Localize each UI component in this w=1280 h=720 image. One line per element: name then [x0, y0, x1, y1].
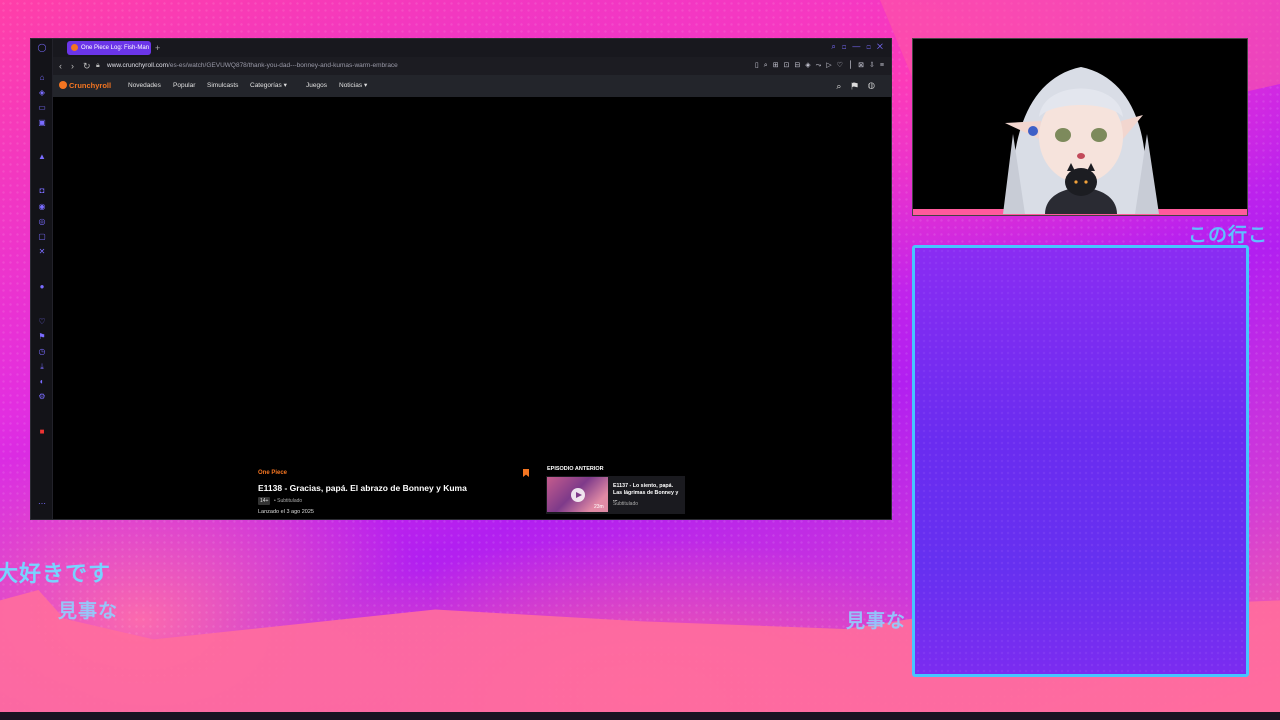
- previous-audio-label: Subtitulado: [613, 501, 639, 507]
- heart-icon[interactable]: ♡: [37, 317, 47, 327]
- reload-icon[interactable]: ↻: [83, 60, 91, 72]
- tab-bar: One Piece Log: Fish-Man + ⌕◻—◻✕: [53, 39, 891, 57]
- lock-icon: 🔒︎: [96, 62, 100, 69]
- url-path: /es-es/watch/GEVUWQ878/thank-you-dad---b…: [168, 62, 398, 69]
- avatar[interactable]: ◍: [868, 81, 885, 91]
- chevron-down-icon: ▾: [283, 82, 287, 89]
- crunchyroll-logo-text: Crunchyroll: [69, 81, 112, 90]
- search-icon[interactable]: ⌕: [836, 81, 851, 91]
- back-icon[interactable]: ‹: [59, 60, 62, 72]
- stream-background: 大好きです 見事な 見事な この行こ ◯ ⌂ ◈ ▭ ▣ ▲ ◘ ◉ ◎ ▢ ✕…: [0, 0, 1280, 720]
- extension-icon[interactable]: ●: [37, 282, 47, 292]
- home-icon[interactable]: ⌂: [37, 73, 47, 83]
- crunchyroll-favicon-icon: [71, 44, 78, 51]
- chevron-down-icon: ▾: [363, 82, 368, 89]
- previous-episode-card[interactable]: 23m E1137 - Lo siento, papá. Las lágrima…: [546, 476, 685, 514]
- duration-badge: 23m: [594, 504, 604, 510]
- tab-title: One Piece Log: Fish-Man: [81, 45, 150, 51]
- settings-icon[interactable]: ⚙: [37, 392, 47, 402]
- browser-sidebar: ◯ ⌂ ◈ ▭ ▣ ▲ ◘ ◉ ◎ ▢ ✕ ● ♡ ⚑ ◷ ⤓ ◐ ⚙ ■ ⋯: [31, 39, 53, 519]
- chat-panel: [912, 245, 1249, 677]
- opera-logo-icon[interactable]: ◯: [37, 43, 47, 53]
- workspace-icon[interactable]: ▣: [37, 118, 47, 128]
- history-icon[interactable]: ◷: [37, 347, 47, 357]
- rating-badge: 14+: [258, 497, 271, 505]
- nav-categorias[interactable]: Categorías ▾: [250, 80, 287, 92]
- bookmark-icon[interactable]: ⚑: [851, 81, 868, 91]
- x-icon[interactable]: ✕: [37, 247, 47, 257]
- browser-window: ◯ ⌂ ◈ ▭ ▣ ▲ ◘ ◉ ◎ ▢ ✕ ● ♡ ⚑ ◷ ⤓ ◐ ⚙ ■ ⋯ …: [30, 38, 892, 520]
- overlay-jp-text: 見事な: [846, 610, 907, 632]
- episode-title: E1138 - Gracias, papá. El abrazo de Bonn…: [258, 483, 467, 493]
- nav-simulcasts[interactable]: Simulcasts: [207, 80, 238, 92]
- bookmark-icon[interactable]: ⚑: [37, 332, 47, 342]
- youtube-icon[interactable]: ■: [37, 427, 47, 437]
- forward-icon[interactable]: ›: [71, 60, 74, 72]
- download-icon[interactable]: ⤓: [37, 362, 47, 372]
- nav-popular[interactable]: Popular: [173, 80, 195, 92]
- nav-novedades[interactable]: Novedades: [128, 80, 161, 92]
- episode-thumbnail[interactable]: 23m: [547, 477, 608, 512]
- messenger-icon[interactable]: ◉: [37, 202, 47, 212]
- audio-label: • Subtitulado: [274, 498, 303, 504]
- series-link[interactable]: One Piece: [258, 470, 287, 476]
- avatar-camera-panel: [912, 38, 1248, 216]
- window-controls[interactable]: ⌕◻—◻✕: [831, 42, 889, 52]
- url-domain: www.crunchyroll.com: [107, 62, 169, 69]
- url-field[interactable]: www.crunchyroll.com/es-es/watch/GEVUWQ87…: [107, 60, 398, 72]
- aria-icon[interactable]: ◈: [37, 88, 47, 98]
- header-actions[interactable]: ⌕⚑◍: [836, 80, 885, 92]
- release-date: Lanzado el 3 ago 2025: [258, 509, 314, 515]
- nav-noticias-label: Noticias: [339, 82, 363, 89]
- nav-juegos[interactable]: Juegos: [306, 80, 327, 92]
- twitch-icon[interactable]: ◘: [37, 186, 47, 196]
- overlay-jp-text: 見事な: [58, 600, 119, 622]
- overlay-jp-text: この行こ: [1188, 224, 1269, 246]
- bookmark-icon[interactable]: [523, 469, 529, 477]
- chat-icon[interactable]: ▭: [37, 103, 47, 113]
- new-tab-icon[interactable]: +: [155, 41, 160, 55]
- arrow-up-icon[interactable]: ▲: [37, 152, 47, 162]
- crunchyroll-header: Crunchyroll Novedades Popular Simulcasts…: [53, 75, 891, 97]
- extension-icons[interactable]: ▯⌕⊞⊡⊟◈⤳▷♡⎪⊠⇩≡: [755, 60, 889, 72]
- nav-categorias-label: Categorías: [250, 82, 282, 89]
- crunchyroll-logo-icon: [59, 81, 67, 89]
- instagram-icon[interactable]: ▢: [37, 232, 47, 242]
- vpn-icon[interactable]: ◐: [37, 377, 47, 387]
- tab-active[interactable]: One Piece Log: Fish-Man: [67, 41, 151, 55]
- whatsapp-icon[interactable]: ◎: [37, 217, 47, 227]
- previous-episode-label: EPISODIO ANTERIOR: [547, 466, 604, 472]
- nav-noticias[interactable]: Noticias ▾: [339, 80, 367, 92]
- address-bar: ‹ › ↻ 🔒︎ www.crunchyroll.com/es-es/watch…: [53, 57, 891, 75]
- overlay-jp-text: 大好きです: [0, 562, 112, 587]
- crunchyroll-logo[interactable]: Crunchyroll: [59, 80, 111, 92]
- video-player[interactable]: [53, 97, 891, 459]
- more-icon[interactable]: ⋯: [37, 499, 47, 509]
- vtuber-avatar: [1003, 67, 1159, 214]
